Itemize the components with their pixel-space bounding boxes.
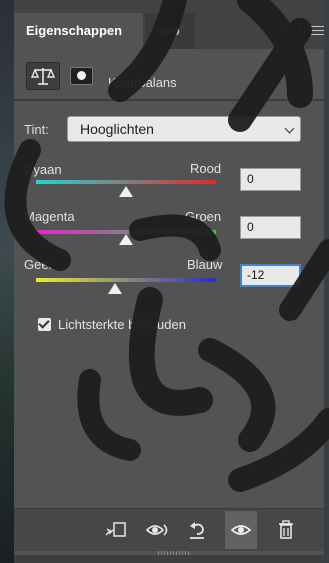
chevron-down-icon bbox=[284, 123, 295, 134]
collapse-panels-icon[interactable]: >> bbox=[277, 20, 292, 36]
tab-properties[interactable]: Eigenschappen bbox=[14, 13, 143, 49]
preserve-luminosity-checkbox[interactable] bbox=[38, 318, 51, 331]
background-canvas bbox=[0, 0, 14, 563]
tone-label: Tint: bbox=[24, 122, 49, 137]
visibility-eye-icon[interactable] bbox=[230, 519, 252, 541]
panel-footer bbox=[14, 508, 324, 551]
tone-dropdown-value: Hooglichten bbox=[80, 121, 154, 137]
color-balance-icon[interactable] bbox=[26, 62, 60, 90]
reset-icon[interactable] bbox=[187, 519, 209, 541]
adjustment-header: Kleurbalans bbox=[14, 49, 324, 99]
background-edge bbox=[324, 0, 329, 563]
layer-mask-icon[interactable] bbox=[70, 67, 93, 85]
slider-cyan-label: Cyaan bbox=[24, 162, 62, 177]
slider-red-label: Rood bbox=[190, 161, 222, 176]
tab-info[interactable]: Info bbox=[145, 13, 195, 49]
properties-panel: Eigenschappen Info >> Kleurbalans Tint: … bbox=[14, 0, 324, 563]
header-divider bbox=[14, 99, 324, 101]
tab-divider bbox=[299, 22, 300, 38]
panel-menu-icon[interactable] bbox=[310, 26, 324, 38]
slider-magenta-label: Magenta bbox=[24, 209, 75, 224]
cyan-red-value-field[interactable]: 0 bbox=[240, 168, 301, 191]
preserve-luminosity-label: Lichtsterkte behouden bbox=[58, 317, 186, 332]
yellow-blue-slider-track[interactable] bbox=[36, 278, 216, 282]
adjustment-title: Kleurbalans bbox=[108, 75, 177, 90]
yellow-blue-value-field[interactable]: -12 bbox=[240, 264, 301, 287]
yellow-blue-slider-thumb[interactable] bbox=[108, 283, 123, 294]
slider-yellow-label: Geel bbox=[24, 257, 52, 272]
magenta-green-value-field[interactable]: 0 bbox=[240, 216, 301, 239]
trash-icon[interactable] bbox=[276, 519, 298, 541]
view-previous-state-icon[interactable] bbox=[145, 519, 168, 541]
magenta-green-slider-thumb[interactable] bbox=[119, 234, 133, 245]
panel-tab-bar: Eigenschappen Info >> bbox=[14, 0, 324, 49]
slider-green-label: Groen bbox=[185, 209, 222, 224]
panel-bottom-edge bbox=[14, 555, 324, 563]
cyan-red-slider-track[interactable] bbox=[36, 180, 216, 184]
clip-to-layer-icon[interactable] bbox=[104, 519, 126, 541]
cyan-red-slider-thumb[interactable] bbox=[119, 186, 133, 197]
slider-blue-label: Blauw bbox=[187, 257, 223, 272]
tone-dropdown[interactable]: Hooglichten bbox=[67, 116, 301, 142]
